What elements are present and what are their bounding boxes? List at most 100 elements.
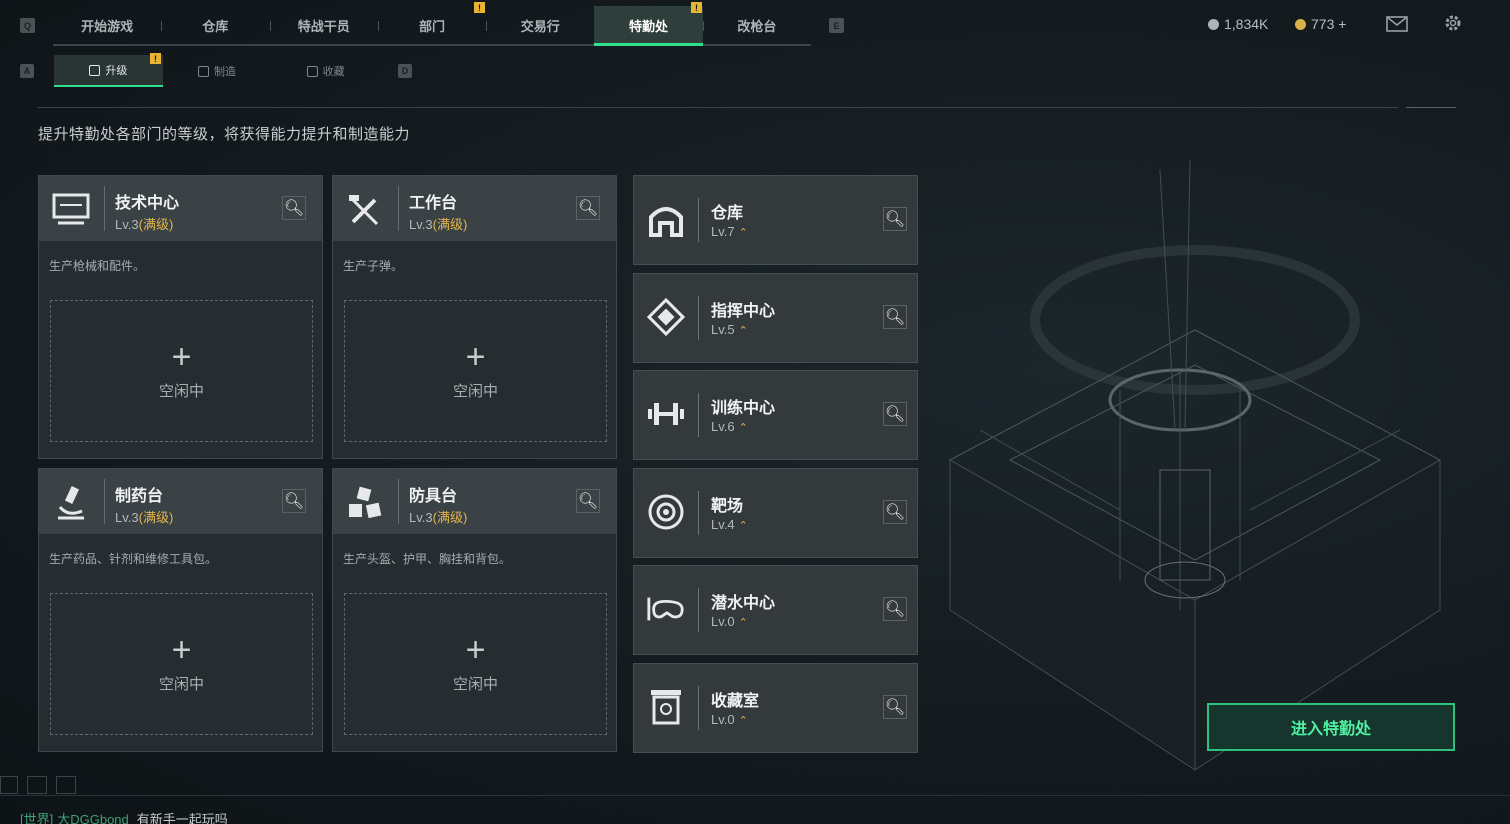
tab-label: 开始游戏: [81, 18, 134, 34]
chat-tool-icon[interactable]: [0, 776, 18, 794]
facility-name: 靶场: [711, 498, 744, 515]
level-value: Lv.4: [711, 517, 735, 532]
tab-start-game[interactable]: 开始游戏: [53, 6, 161, 44]
workshop-card-pharmacy[interactable]: 制药台 Lv.3(满级) 🔍︎ 生产药品、针剂和维修工具包。 + 空闲中: [38, 468, 323, 752]
workshop-card-tech-center[interactable]: 技术中心 Lv.3(满级) 🔍︎ 生产枪械和配件。 + 空闲中: [38, 175, 323, 459]
tab-department[interactable]: 部门: [377, 6, 486, 44]
subtab-label: 收藏: [322, 66, 345, 78]
facility-row-shooting-range[interactable]: 靶场 Lv.4 ⌃ 🔍︎: [633, 468, 918, 558]
search-icon[interactable]: 🔍︎: [282, 196, 306, 220]
gold-currency[interactable]: 773 +: [1295, 16, 1346, 32]
tools-icon: [345, 190, 385, 230]
facility-row-command-center[interactable]: 指挥中心 Lv.5 ⌃ 🔍︎: [633, 273, 918, 363]
nav-left-key-hint[interactable]: Q: [20, 18, 35, 33]
workshop-level: Lv.3(满级): [409, 214, 467, 233]
upgrade-icon: [89, 64, 101, 76]
search-icon[interactable]: 🔍︎: [883, 695, 907, 719]
workshop-name: 工作台: [409, 195, 458, 212]
microscope-icon: [51, 483, 91, 523]
workshop-description: 生产药品、针剂和维修工具包。: [49, 552, 218, 566]
slot-status: 空闲中: [452, 382, 498, 400]
facility-name: 训练中心: [711, 400, 776, 417]
tab-operators[interactable]: 特战干员: [269, 6, 378, 44]
card-header: 制药台 Lv.3(满级) 🔍︎: [39, 469, 322, 534]
search-icon[interactable]: 🔍︎: [883, 402, 907, 426]
search-icon[interactable]: 🔍︎: [576, 489, 600, 513]
tab-label: 交易行: [520, 18, 560, 34]
production-slot[interactable]: + 空闲中: [50, 593, 313, 735]
plus-icon: +: [171, 630, 192, 669]
row-separator: [698, 393, 699, 437]
search-icon[interactable]: 🔍︎: [883, 500, 907, 524]
facility-name: 仓库: [711, 205, 744, 222]
facility-name: 潜水中心: [711, 595, 776, 612]
settings-gear-icon[interactable]: [1443, 13, 1463, 33]
search-icon[interactable]: 🔍︎: [883, 597, 907, 621]
warehouse-icon: [646, 198, 686, 240]
workshop-level: Lv.3(满级): [409, 507, 467, 526]
facility-row-warehouse[interactable]: 仓库 Lv.7 ⌃ 🔍︎: [633, 175, 918, 265]
tab-special-ops[interactable]: 特勤处: [594, 6, 703, 46]
subtab-label: 制造: [214, 66, 236, 78]
search-icon[interactable]: 🔍︎: [883, 305, 907, 329]
level-value: Lv.3: [409, 217, 433, 232]
chat-username[interactable]: 大DGGbond: [57, 812, 129, 824]
facility-name: 收藏室: [711, 693, 760, 710]
diving-mask-icon: [646, 588, 686, 630]
silver-amount: 1,834K: [1224, 16, 1269, 32]
workshop-name: 制药台: [115, 488, 164, 505]
upgrade-arrow-icon: ⌃: [738, 422, 748, 434]
silver-coin-icon: [1208, 18, 1219, 30]
workshop-card-workbench[interactable]: 工作台 Lv.3(满级) 🔍︎ 生产子弹。 + 空闲中: [332, 175, 617, 459]
subnav-right-key-hint[interactable]: D: [398, 64, 412, 78]
facility-level: Lv.4 ⌃: [711, 517, 748, 532]
workshop-level: Lv.3(满级): [115, 214, 173, 233]
page-description: 提升特勤处各部门的等级，将获得能力提升和制造能力: [38, 126, 411, 143]
subtab-collection[interactable]: 收藏: [271, 55, 380, 87]
mail-icon[interactable]: [1386, 16, 1408, 32]
search-icon[interactable]: 🔍︎: [282, 489, 306, 513]
subtab-craft[interactable]: 制造: [163, 55, 272, 87]
plus-icon: +: [465, 630, 486, 669]
tab-label: 仓库: [202, 18, 229, 34]
production-slot[interactable]: + 空闲中: [50, 300, 313, 442]
production-slot[interactable]: + 空闲中: [344, 593, 607, 735]
dumbbell-icon: [646, 393, 686, 435]
facility-level: Lv.6 ⌃: [711, 419, 748, 434]
level-value: Lv.7: [711, 224, 735, 239]
enter-special-ops-button[interactable]: 进入特勤处: [1207, 703, 1455, 751]
tab-gunsmith[interactable]: 改枪台: [702, 6, 811, 44]
collection-icon: [646, 686, 686, 728]
facility-name: 指挥中心: [711, 303, 776, 320]
chat-tool-icon[interactable]: [27, 776, 47, 794]
search-icon[interactable]: 🔍︎: [576, 196, 600, 220]
max-level-label: (满级): [432, 510, 468, 525]
row-separator: [698, 588, 699, 632]
subnav-left-key-hint[interactable]: A: [20, 64, 34, 78]
nav-right-key-hint[interactable]: E: [829, 18, 844, 33]
facility-row-diving-center[interactable]: 潜水中心 Lv.0 ⌃ 🔍︎: [633, 565, 918, 655]
facility-row-collection-room[interactable]: 收藏室 Lv.0 ⌃ 🔍︎: [633, 663, 918, 753]
chat-message[interactable]: [世界] 大DGGbond 有新手一起玩吗: [20, 809, 228, 824]
chat-tool-icon[interactable]: [56, 776, 76, 794]
slot-status: 空闲中: [452, 675, 498, 693]
upgrade-arrow-icon: ⌃: [738, 325, 748, 337]
divider: [38, 107, 1398, 108]
production-slot[interactable]: + 空闲中: [344, 300, 607, 442]
subtab-upgrade[interactable]: 升级: [54, 55, 163, 87]
notification-badge: !: [474, 2, 485, 13]
facility-row-training-center[interactable]: 训练中心 Lv.6 ⌃ 🔍︎: [633, 370, 918, 460]
workshop-card-armor[interactable]: 防具台 Lv.3(满级) 🔍︎ 生产头盔、护甲、胸挂和背包。 + 空闲中: [332, 468, 617, 752]
search-icon[interactable]: 🔍︎: [883, 207, 907, 231]
workshop-description: 生产头盔、护甲、胸挂和背包。: [343, 552, 512, 566]
max-level-label: (满级): [138, 217, 174, 232]
divider: [1406, 107, 1456, 108]
tab-trading[interactable]: 交易行: [486, 6, 594, 44]
workshop-name: 防具台: [409, 488, 458, 505]
row-separator: [698, 491, 699, 535]
card-header: 工作台 Lv.3(满级) 🔍︎: [333, 176, 616, 241]
command-icon: [646, 296, 686, 338]
max-level-label: (满级): [138, 510, 174, 525]
gold-amount: 773 +: [1311, 16, 1347, 32]
tab-warehouse[interactable]: 仓库: [161, 6, 269, 44]
